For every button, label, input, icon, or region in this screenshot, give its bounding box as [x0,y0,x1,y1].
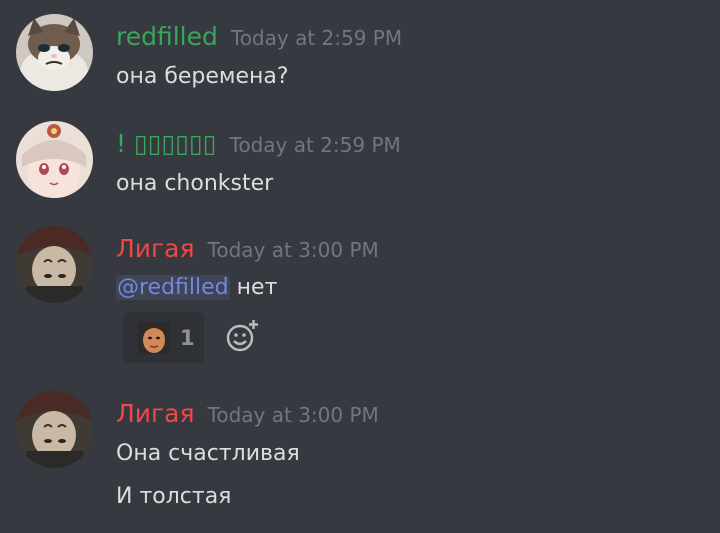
username[interactable]: redfilled [116,22,218,52]
username[interactable]: Лигая [116,234,195,264]
message-text: Она счастливая [116,441,300,466]
username[interactable]: ! ▯▯▯▯▯▯ [116,129,217,159]
timestamp: Today at 3:00 PM [207,403,379,427]
grumpy-cat-avatar[interactable] [16,14,93,91]
timestamp: Today at 3:00 PM [207,238,379,262]
message-header: Лигая Today at 3:00 PM [116,234,379,264]
message-text: И толстая [116,484,232,509]
message-text: @redfilled нет [116,274,277,302]
message-header: ! ▯▯▯▯▯▯ Today at 2:59 PM [116,129,401,159]
timestamp: Today at 2:59 PM [229,133,401,157]
upside-down-face-avatar[interactable] [16,226,93,303]
message-text-body: нет [229,275,278,300]
message-header: Лигая Today at 3:00 PM [116,399,379,429]
reaction-count: 1 [180,325,195,350]
face-emoji-icon [138,321,170,354]
username[interactable]: Лигая [116,399,195,429]
anime-girl-avatar[interactable] [16,121,93,198]
upside-down-face-avatar[interactable] [16,391,93,468]
message-text: она chonkster [116,171,274,196]
add-reaction-icon[interactable] [225,319,259,353]
message-text: она беремена? [116,64,289,89]
timestamp: Today at 2:59 PM [230,26,403,50]
user-mention[interactable]: @redfilled [116,275,230,300]
message-header: redfilled Today at 2:59 PM [116,22,402,52]
reaction-button[interactable]: 1 [123,312,204,363]
chat-messages: redfilled Today at 2:59 PM она беремена?… [0,0,720,533]
